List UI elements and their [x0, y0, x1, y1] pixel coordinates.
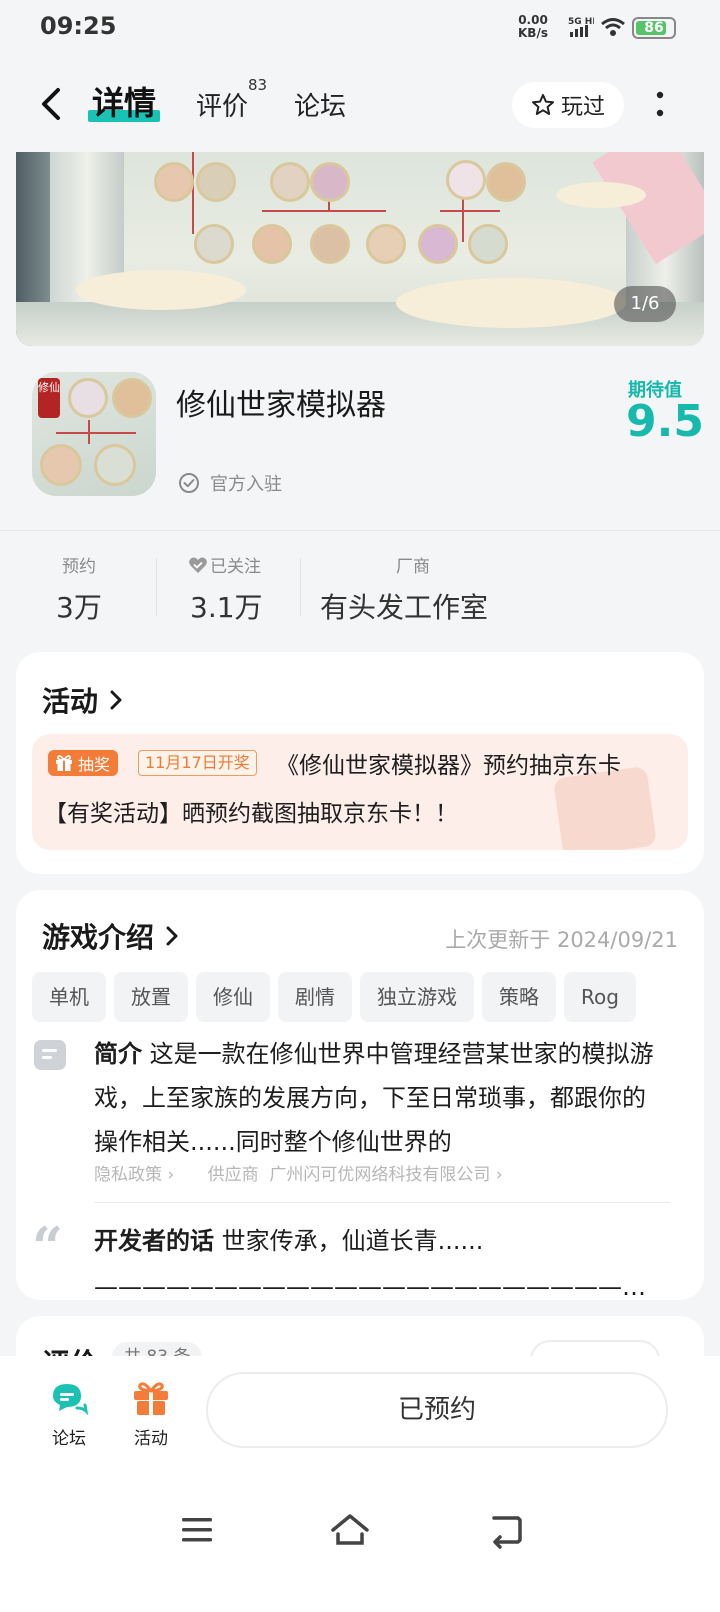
follow-label: 已关注	[210, 557, 261, 577]
back-icon[interactable]	[488, 1510, 528, 1550]
network-type: 5G HD	[568, 17, 594, 27]
developer-note-label: 开发者的话	[94, 1227, 214, 1255]
vendor-label: 厂商	[396, 557, 430, 577]
app-title: 修仙世家模拟器	[176, 388, 386, 423]
reserve-count-value: 3万	[56, 591, 102, 624]
back-button[interactable]	[36, 84, 72, 124]
played-label: 玩过	[560, 95, 605, 120]
carousel-page-indicator: 1/6	[614, 286, 676, 322]
tag-item[interactable]: 独立游戏	[360, 972, 474, 1022]
app-icon-seal: 修仙	[38, 378, 60, 418]
follow-status[interactable]: 已关注	[188, 552, 261, 577]
divider	[94, 1202, 670, 1203]
tab-review[interactable]: 评价	[196, 86, 248, 123]
chat-bubble-icon	[49, 1380, 89, 1416]
forum-label: 论坛	[52, 1429, 86, 1449]
activity-title-text: 活动	[42, 685, 99, 718]
lottery-tag: 抽奖	[48, 750, 119, 776]
system-navigation-bar	[0, 1476, 720, 1612]
last-updated: 上次更新于 2024/09/21	[445, 928, 678, 952]
reserved-button[interactable]: 已预约	[206, 1372, 668, 1448]
divider	[0, 530, 720, 531]
tag-item[interactable]: 单机	[32, 972, 106, 1022]
chevron-left-icon	[42, 88, 60, 120]
intro-section-title[interactable]: 游戏介绍	[42, 916, 180, 956]
app-icon: 修仙	[32, 372, 156, 496]
quote-icon: “	[32, 1215, 64, 1279]
privacy-policy-link[interactable]: 隐私政策 ›	[94, 1165, 174, 1185]
check-circle-icon	[179, 473, 199, 493]
network-speed: 0.00 KB/s	[518, 14, 548, 40]
activity-section-title[interactable]: 活动	[42, 680, 124, 720]
played-button[interactable]: 玩过	[512, 82, 624, 128]
activity-button[interactable]: 活动	[116, 1380, 186, 1449]
screenshot-carousel[interactable]: 1/6	[16, 152, 704, 346]
wifi-icon	[600, 16, 626, 42]
tag-list: 单机 放置 修仙 剧情 独立游戏 策略 Rog	[32, 972, 688, 1022]
game-summary[interactable]: 简介 这是一款在修仙世界中管理经营某世家的模拟游戏，上至家族的发展方向，下至日常…	[94, 1032, 660, 1164]
draw-date-tag: 11月17日开奖	[138, 750, 257, 776]
tag-item[interactable]: 修仙	[196, 972, 270, 1022]
status-time: 09:25	[40, 12, 117, 40]
tab-detail[interactable]: 详情	[88, 78, 161, 124]
battery-level: 86	[644, 20, 664, 36]
summary-text: 这是一款在修仙世界中管理经营某世家的模拟游戏，上至家族的发展方向，下至日常琐事，…	[94, 1040, 654, 1156]
vendor-name[interactable]: 有头发工作室	[320, 586, 488, 626]
home-icon[interactable]	[330, 1510, 370, 1550]
tag-item[interactable]: Rog	[564, 972, 636, 1022]
summary-icon	[34, 1040, 66, 1070]
bottom-action-bar: 论坛 活动 已预约	[0, 1356, 720, 1476]
tag-item[interactable]: 放置	[114, 972, 188, 1022]
chevron-right-icon	[166, 926, 178, 946]
supplier-link[interactable]: 供应商 广州闪可优网络科技有限公司 ›	[208, 1165, 503, 1185]
more-vertical-icon	[656, 91, 664, 117]
gift-icon	[56, 755, 72, 771]
lottery-tag-label: 抽奖	[78, 755, 111, 774]
tag-item[interactable]: 剧情	[278, 972, 352, 1022]
expectation-score: 9.5	[626, 396, 704, 447]
tag-item[interactable]: 策略	[482, 972, 556, 1022]
activity-label: 活动	[134, 1429, 168, 1449]
game-intro-card: 游戏介绍 上次更新于 2024/09/21 单机 放置 修仙 剧情 独立游戏 策略 Rog …	[16, 890, 704, 1301]
more-menu-button[interactable]	[648, 84, 672, 124]
top-nav: 详情 评价 83 论坛 玩过	[0, 62, 720, 146]
star-outline-icon	[531, 94, 554, 115]
chevron-right-icon	[110, 690, 122, 710]
activity-name: 《修仙世家模拟器》预约抽京东卡	[276, 753, 621, 779]
legal-links: 隐私政策 › 供应商 广州闪可优网络科技有限公司 ›	[94, 1160, 503, 1185]
battery-icon: 86	[632, 17, 676, 39]
activity-item[interactable]: 抽奖 11月17日开奖 《修仙世家模拟器》预约抽京东卡 【有奖活动】晒预约截图抽…	[32, 734, 688, 850]
tab-detail-label: 详情	[92, 84, 157, 122]
activity-card: 活动 抽奖 11月17日开奖 《修仙世家模拟器》预约抽京东卡 【有奖活动】晒预约…	[16, 652, 704, 874]
summary-label: 简介	[94, 1040, 142, 1068]
official-verified: 官方入驻	[178, 470, 282, 496]
activity-description: 【有奖活动】晒预约截图抽取京东卡！！	[44, 801, 458, 827]
reserve-count-label: 预约	[62, 557, 96, 577]
gift-icon	[131, 1380, 171, 1416]
forum-button[interactable]: 论坛	[34, 1380, 104, 1449]
heart-check-icon	[189, 557, 207, 573]
follow-count-value: 3.1万	[190, 591, 263, 624]
developer-note[interactable]: 开发者的话 世家传承，仙道长青...... ——————————————————…	[94, 1218, 660, 1310]
menu-icon[interactable]	[178, 1510, 218, 1550]
verified-label: 官方入驻	[210, 474, 282, 495]
status-bar: 09:25 0.00 KB/s 5G HD 86	[0, 0, 720, 56]
tab-forum[interactable]: 论坛	[294, 86, 346, 123]
network-speed-unit: KB/s	[518, 26, 548, 40]
review-count-badge: 83	[248, 76, 268, 94]
signal-icon: 5G HD	[568, 16, 600, 42]
intro-title-text: 游戏介绍	[42, 921, 155, 954]
